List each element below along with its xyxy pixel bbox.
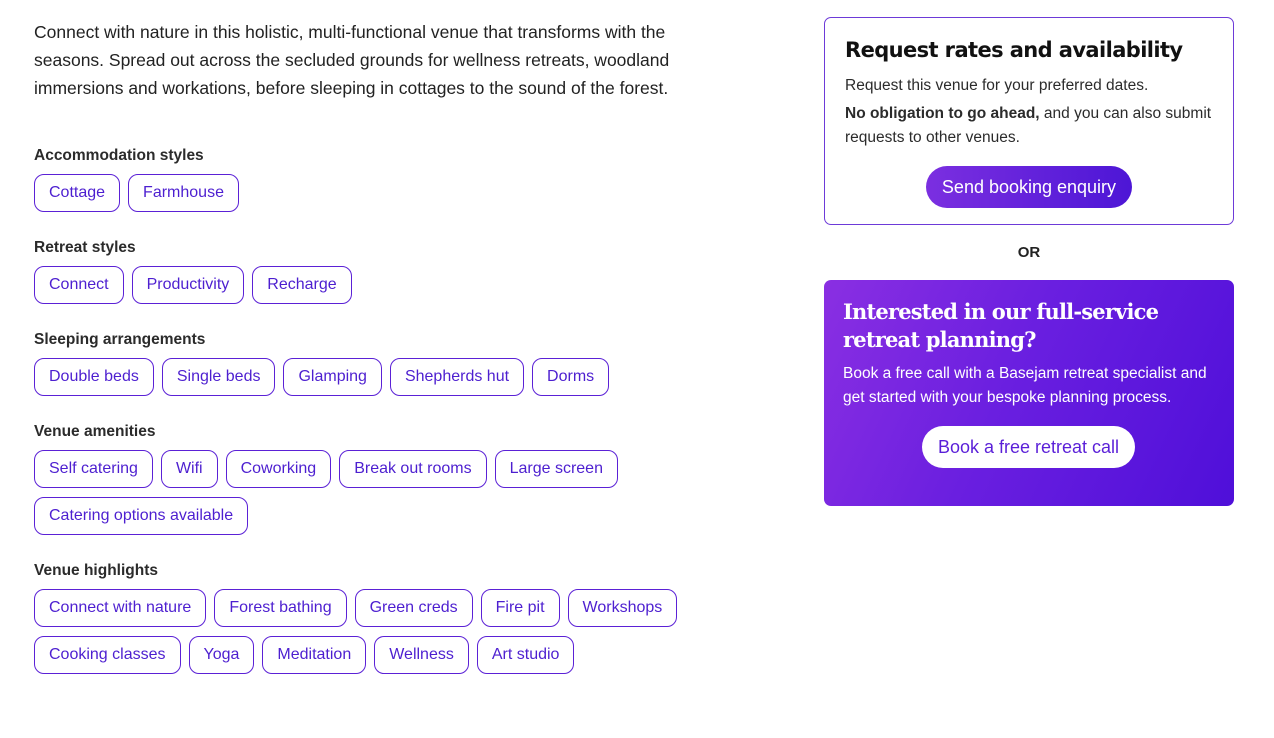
section-title: Venue amenities [34, 423, 156, 440]
section-title: Accommodation styles [34, 147, 204, 164]
booking-card: Request rates and availability Request t… [824, 17, 1234, 225]
tag-productivity[interactable]: Productivity [131, 266, 245, 304]
tag-meditation[interactable]: Meditation [262, 636, 367, 674]
tag-green-creds[interactable]: Green creds [354, 589, 473, 627]
booking-sidebar: Request rates and availability Request t… [824, 17, 1234, 506]
tag-dorms[interactable]: Dorms [532, 358, 610, 396]
tag-yoga[interactable]: Yoga [188, 636, 255, 674]
section-venue-highlights: Venue highlights Connect with nature For… [34, 562, 714, 674]
tag-fire-pit[interactable]: Fire pit [480, 589, 560, 627]
section-title: Sleeping arrangements [34, 331, 206, 348]
tag-list: Double beds Single beds Glamping Shepher… [34, 358, 714, 396]
tag-connect-with-nature[interactable]: Connect with nature [34, 589, 207, 627]
section-accommodation-styles: Accommodation styles Cottage Farmhouse [34, 147, 714, 212]
tag-wellness[interactable]: Wellness [374, 636, 469, 674]
tag-list: Self catering Wifi Coworking Break out r… [34, 450, 714, 535]
tag-shepherds-hut[interactable]: Shepherds hut [389, 358, 525, 396]
tag-break-out-rooms[interactable]: Break out rooms [339, 450, 487, 488]
send-booking-enquiry-button[interactable]: Send booking enquiry [925, 166, 1133, 208]
tag-wifi[interactable]: Wifi [160, 450, 218, 488]
tag-glamping[interactable]: Glamping [283, 358, 382, 396]
tag-coworking[interactable]: Coworking [225, 450, 332, 488]
venue-description: Connect with nature in this holistic, mu… [34, 22, 670, 98]
tag-single-beds[interactable]: Single beds [161, 358, 276, 396]
tag-recharge[interactable]: Recharge [252, 266, 352, 304]
section-sleeping-arrangements: Sleeping arrangements Double beds Single… [34, 331, 714, 396]
section-title: Retreat styles [34, 239, 136, 256]
retreat-planning-title: Interested in our full-service retreat p… [843, 299, 1159, 352]
tag-workshops[interactable]: Workshops [567, 589, 678, 627]
section-venue-amenities: Venue amenities Self catering Wifi Cowor… [34, 423, 714, 535]
booking-card-title: Request rates and availability [845, 38, 1183, 62]
section-retreat-styles: Retreat styles Connect Productivity Rech… [34, 239, 714, 304]
or-divider: OR [1017, 244, 1041, 261]
book-free-retreat-call-button[interactable]: Book a free retreat call [921, 426, 1136, 468]
no-obligation-text: No obligation to go ahead, [845, 105, 1040, 122]
tag-cooking-classes[interactable]: Cooking classes [34, 636, 181, 674]
tag-connect[interactable]: Connect [34, 266, 124, 304]
booking-card-note: No obligation to go ahead, and you can a… [845, 102, 1213, 150]
venue-details: Connect with nature in this holistic, mu… [34, 18, 714, 674]
tag-list: Connect Productivity Recharge [34, 266, 714, 304]
tag-farmhouse[interactable]: Farmhouse [128, 174, 239, 212]
tag-catering-options[interactable]: Catering options available [34, 497, 249, 535]
tag-art-studio[interactable]: Art studio [476, 636, 575, 674]
tag-double-beds[interactable]: Double beds [34, 358, 154, 396]
booking-card-description: Request this venue for your preferred da… [845, 77, 1149, 94]
tag-cottage[interactable]: Cottage [34, 174, 121, 212]
retreat-planning-card: Interested in our full-service retreat p… [824, 280, 1234, 506]
tag-list: Cottage Farmhouse [34, 174, 714, 212]
tag-list: Connect with nature Forest bathing Green… [34, 589, 714, 674]
section-title: Venue highlights [34, 562, 159, 579]
tag-self-catering[interactable]: Self catering [34, 450, 153, 488]
tag-forest-bathing[interactable]: Forest bathing [214, 589, 347, 627]
tag-large-screen[interactable]: Large screen [494, 450, 618, 488]
retreat-planning-description: Book a free call with a Basejam retreat … [843, 365, 1207, 406]
